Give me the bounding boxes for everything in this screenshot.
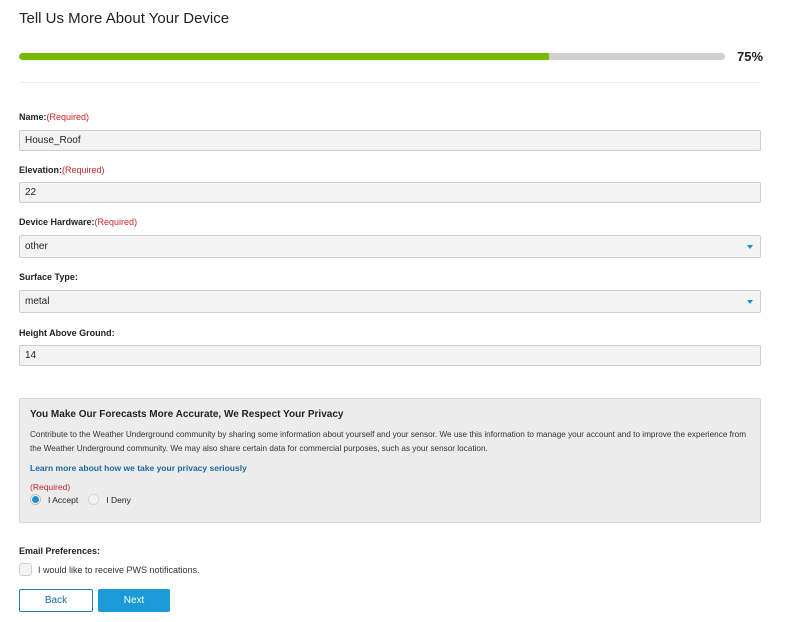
pws-notifications-label: I would like to receive PWS notification…	[38, 564, 200, 575]
elevation-label: Elevation:(Required)	[19, 165, 105, 175]
pws-notifications-checkbox[interactable]	[19, 563, 32, 576]
surface-type-value: metal	[25, 296, 50, 307]
surface-type-select[interactable]: metal	[19, 290, 761, 313]
height-above-ground-input[interactable]	[19, 345, 761, 366]
required-marker: (Required)	[62, 165, 105, 175]
progress-fill	[19, 53, 549, 60]
pws-notifications-option[interactable]: I would like to receive PWS notification…	[19, 563, 200, 576]
radio-deny-label: I Deny	[106, 494, 131, 505]
height-above-ground-label-text: Height Above Ground:	[19, 328, 115, 338]
device-hardware-value: other	[25, 241, 48, 252]
chevron-down-icon	[747, 245, 753, 249]
name-label: Name:(Required)	[19, 112, 89, 122]
privacy-text: Contribute to the Weather Underground co…	[30, 430, 747, 453]
progress-bar	[19, 53, 725, 60]
radio-unselected-icon[interactable]	[88, 494, 100, 505]
surface-type-label-text: Surface Type:	[19, 272, 78, 282]
privacy-panel: You Make Our Forecasts More Accurate, We…	[19, 398, 761, 523]
page-title: Tell Us More About Your Device	[19, 10, 230, 27]
elevation-input[interactable]	[19, 182, 761, 203]
radio-accept-label: I Accept	[48, 494, 79, 505]
height-above-ground-label: Height Above Ground:	[19, 328, 115, 338]
required-marker: (Required)	[94, 217, 138, 227]
device-hardware-label: Device Hardware:(Required)	[19, 217, 137, 227]
privacy-title: You Make Our Forecasts More Accurate, We…	[30, 409, 344, 420]
chevron-down-icon	[747, 300, 753, 304]
privacy-consent-group: I Accept I Deny	[30, 494, 141, 505]
required-marker: (Required)	[46, 112, 90, 122]
elevation-label-text: Elevation:	[19, 165, 63, 175]
surface-type-label: Surface Type:	[19, 272, 78, 282]
radio-accept[interactable]: I Accept	[30, 494, 78, 505]
privacy-required-marker: (Required)	[30, 482, 71, 492]
radio-selected-icon[interactable]	[30, 494, 41, 505]
back-button[interactable]: Back	[19, 589, 93, 612]
privacy-learn-more-link[interactable]: Learn more about how we take your privac…	[30, 463, 247, 473]
device-hardware-select[interactable]: other	[19, 235, 761, 258]
device-hardware-label-text: Device Hardware:	[19, 217, 95, 227]
radio-deny[interactable]: I Deny	[88, 494, 131, 505]
progress-percent: 75%	[737, 49, 764, 64]
name-input[interactable]	[19, 130, 761, 151]
divider	[19, 82, 761, 83]
name-label-text: Name:	[19, 112, 47, 122]
email-preferences-label: Email Preferences:	[19, 546, 101, 556]
next-button[interactable]: Next	[98, 589, 170, 612]
